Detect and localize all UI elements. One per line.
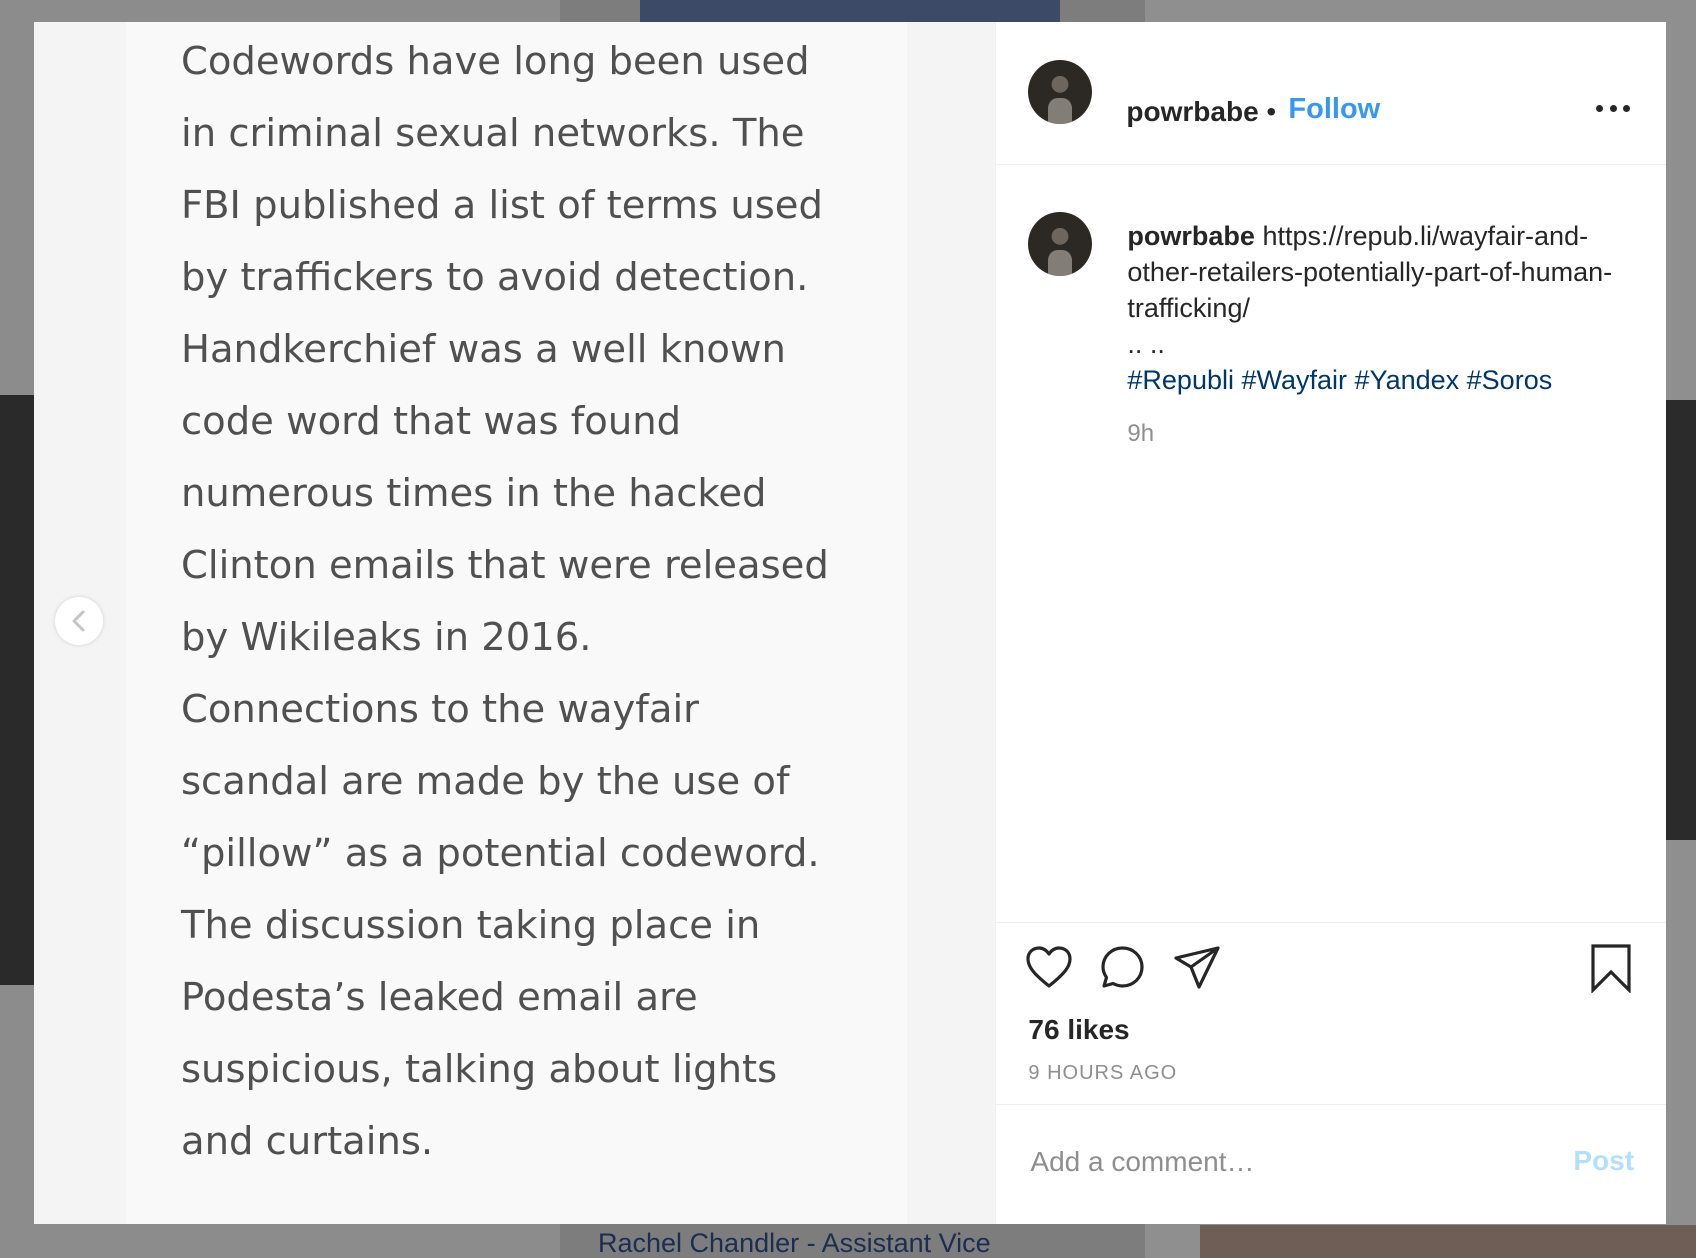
hashtag-list: #Republi #Wayfair #Yandex #Soros [1127, 362, 1647, 398]
post-modal: Codewords have long been used in crimina… [34, 22, 1667, 1225]
comment-bar: Post [996, 1104, 1667, 1225]
post-text-line: numerous times in the hacked [181, 471, 767, 516]
post-timestamp[interactable]: 9 HOURS AGO [1028, 1062, 1177, 1085]
post-text-line: Podesta’s leaked email are [181, 975, 698, 1020]
caption-dots: .. .. [1127, 329, 1165, 359]
post-comment-button[interactable]: Post [1573, 1145, 1634, 1177]
post-text-line: suspicious, talking about lights [181, 1047, 778, 1092]
background-caption: Rachel Chandler - Assistant Vice [598, 1228, 991, 1258]
background-image [0, 395, 34, 985]
post-media: Codewords have long been used in crimina… [34, 22, 996, 1224]
post-text-line: FBI published a list of terms used [181, 183, 823, 228]
hashtag-link[interactable]: #Soros [1467, 365, 1553, 395]
caption-avatar[interactable] [1028, 212, 1093, 276]
post-text-line: by traffickers to avoid detection. [181, 255, 809, 300]
chevron-left-icon [72, 610, 85, 632]
follow-button[interactable]: Follow [1288, 93, 1380, 126]
avatar[interactable] [1028, 60, 1093, 124]
post-text-line: Connections to the wayfair [181, 687, 699, 732]
hashtag-link[interactable]: #Yandex [1355, 365, 1460, 395]
post-sidebar: powrbabe • Follow powrbabe https://repub… [995, 22, 1667, 1225]
post-text-line: “pillow” as a potential codeword. [181, 831, 820, 876]
comment-input[interactable] [1028, 1135, 1533, 1189]
post-text-line: by Wikileaks in 2016. [181, 615, 592, 660]
background-image [1200, 1225, 1696, 1258]
bookmark-icon[interactable] [1586, 943, 1636, 993]
post-text-line: code word that was found [181, 399, 682, 444]
caption-time[interactable]: 9h [1127, 420, 1154, 448]
more-options-icon[interactable] [1596, 98, 1631, 118]
post-text-line: scandal are made by the use of [181, 759, 790, 804]
post-header: powrbabe • Follow [996, 22, 1667, 165]
header-username[interactable]: powrbabe [1126, 96, 1258, 128]
post-image-text: Codewords have long been used in crimina… [181, 26, 901, 1178]
action-bar [996, 922, 1667, 1003]
post-text-line: Codewords have long been used [181, 39, 810, 84]
separator-dot: • [1266, 96, 1277, 127]
hashtag-link[interactable]: #Wayfair [1242, 365, 1348, 395]
caption-username[interactable]: powrbabe [1127, 221, 1255, 251]
hashtag-link[interactable]: #Republi [1127, 365, 1234, 395]
background-image [640, 0, 1060, 22]
post-text-line: Handkerchief was a well known [181, 327, 786, 372]
comment-icon[interactable] [1098, 943, 1148, 993]
post-text-line: Clinton emails that were released [181, 543, 829, 588]
post-text-line: The discussion taking place in [181, 903, 761, 948]
previous-slide-button[interactable] [55, 597, 103, 645]
likes-count[interactable]: 76 likes [1028, 1014, 1129, 1046]
post-caption: powrbabe https://repub.li/wayfair-and-ot… [1127, 218, 1647, 398]
share-icon[interactable] [1172, 943, 1222, 993]
heart-icon[interactable] [1024, 943, 1074, 993]
post-text-line: in criminal sexual networks. The [181, 111, 805, 156]
background-image [1665, 400, 1696, 840]
post-text-line: and curtains. [181, 1119, 434, 1164]
